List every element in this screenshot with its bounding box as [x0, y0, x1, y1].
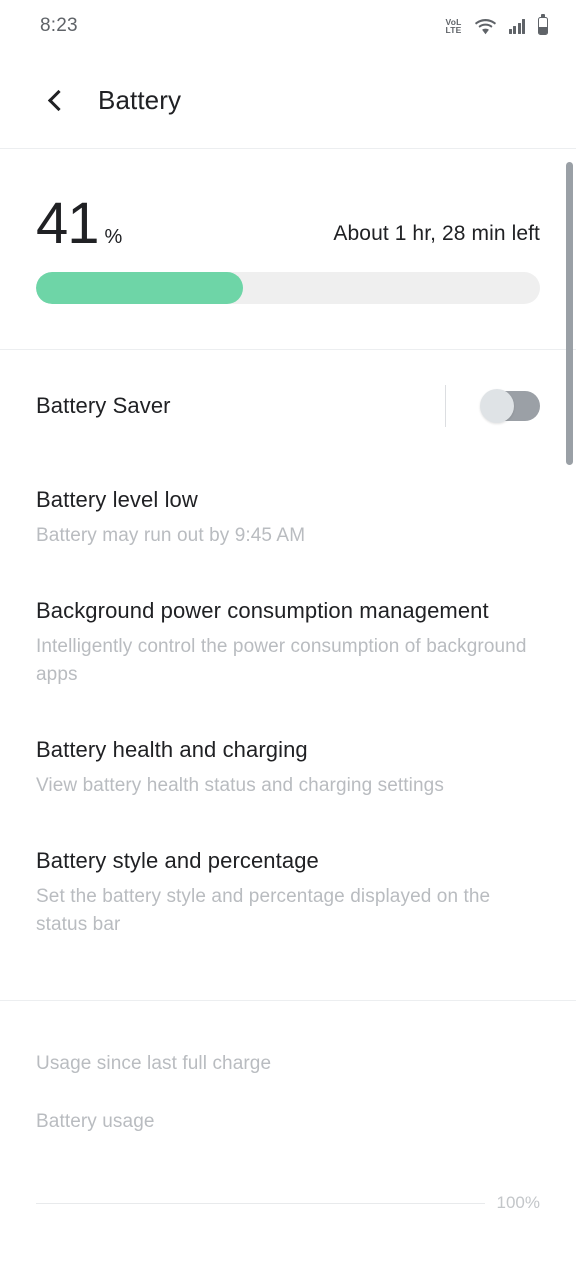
usage-section-header: Usage since last full charge [36, 1053, 272, 1074]
chart-gridline-label: 100% [496, 1193, 540, 1212]
list-item[interactable]: Background power consumption management … [0, 573, 576, 712]
battery-percent-row: 41 % About 1 hr, 28 min left [36, 191, 540, 256]
wifi-icon [474, 18, 496, 35]
battery-usage-chart[interactable]: 100%50% [0, 1163, 576, 1280]
battery-progress-fill [36, 272, 243, 304]
chart-gridline: 100% [36, 1193, 540, 1213]
status-bar-clock: 8:23 [40, 15, 78, 36]
list-item-title: Battery level low [36, 487, 198, 512]
battery-saver-toggle[interactable] [480, 389, 540, 423]
back-button[interactable] [36, 80, 76, 120]
battery-icon [538, 14, 548, 35]
volte-icon: VoL LTE [445, 17, 462, 35]
battery-settings-screen: 8:23 VoL LTE Battery 41 % About 1 hr, 28… [0, 0, 576, 1280]
battery-percent-value: 41 [36, 191, 100, 256]
battery-percent-sign: % [104, 226, 123, 248]
vertical-divider [445, 385, 446, 427]
chart-gridline-rule [36, 1202, 485, 1204]
list-item-subtitle: View battery health status and charging … [36, 775, 444, 797]
list-item-subtitle: Intelligently control the power consumpt… [36, 635, 527, 686]
volte-icon-line2: LTE [445, 25, 462, 35]
settings-list: Battery Saver Battery level low Battery … [0, 350, 576, 962]
list-item-title: Background power consumption management [36, 597, 489, 623]
cellular-signal-icon [508, 18, 525, 34]
battery-progress-track [36, 272, 540, 304]
list-item[interactable]: Battery health and charging View battery… [0, 712, 576, 823]
battery-saver-label: Battery Saver [36, 393, 171, 419]
page-title: Battery [98, 84, 182, 115]
toggle-knob [480, 389, 514, 423]
battery-summary: 41 % About 1 hr, 28 min left [0, 149, 576, 349]
list-item-subtitle: Battery may run out by 9:45 AM [36, 525, 306, 547]
usage-section: Usage since last full charge Battery usa… [0, 1001, 576, 1280]
list-item-title: Battery style and percentage [36, 847, 319, 873]
list-item-subtitle: Set the battery style and percentage dis… [36, 885, 491, 936]
battery-usage-label[interactable]: Battery usage [0, 1075, 576, 1133]
battery-percent: 41 % [36, 191, 123, 256]
battery-saver-row[interactable]: Battery Saver [0, 350, 576, 462]
status-bar-icons: VoL LTE [445, 14, 548, 35]
chevron-left-icon [47, 89, 70, 111]
app-bar: Battery [0, 52, 576, 148]
vertical-scrollbar[interactable] [566, 162, 573, 465]
list-item[interactable]: Battery style and percentage Set the bat… [0, 823, 576, 962]
list-item-title: Battery health and charging [36, 736, 308, 762]
battery-saver-control [445, 385, 540, 427]
status-bar: 8:23 VoL LTE [0, 0, 576, 52]
battery-time-remaining: About 1 hr, 28 min left [333, 222, 540, 246]
list-item[interactable]: Battery level low Battery may run out by… [0, 462, 576, 573]
